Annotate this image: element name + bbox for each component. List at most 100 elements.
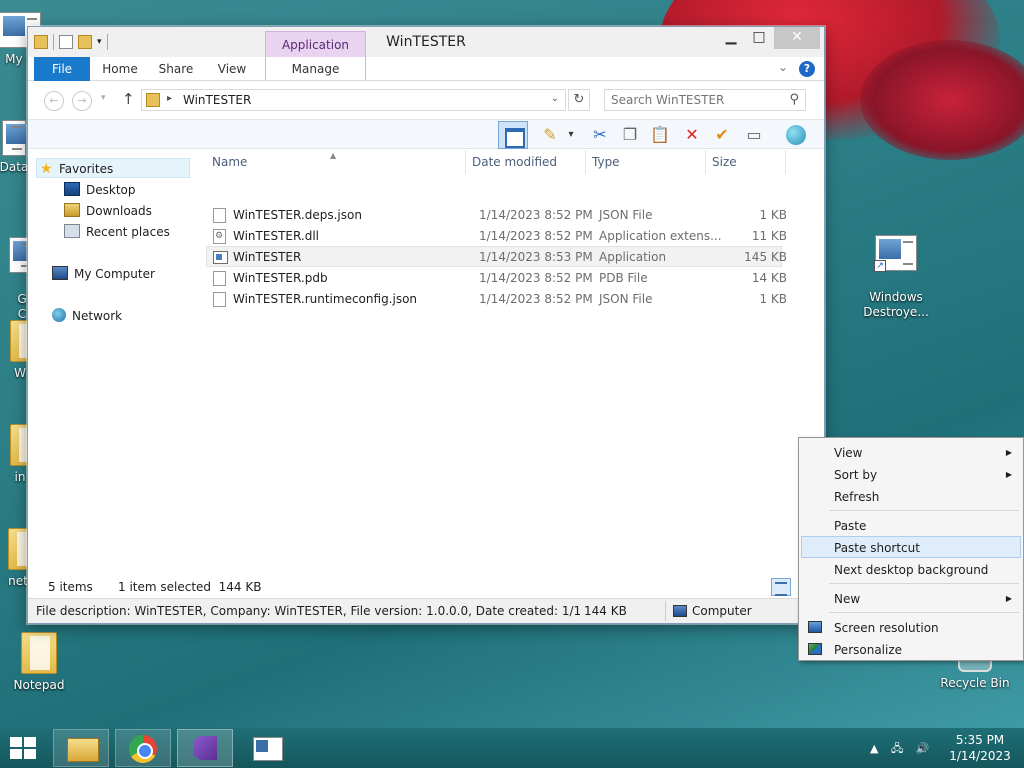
copy-icon[interactable]: ❐: [618, 123, 642, 147]
file-type: JSON File: [599, 292, 653, 306]
menu-item-next-desktop-background[interactable]: Next desktop background: [801, 558, 1021, 580]
tab-home[interactable]: Home: [94, 57, 146, 81]
table-row[interactable]: WinTESTER.runtimeconfig.json 1/14/2023 8…: [206, 288, 787, 309]
windows-logo-icon: [10, 749, 22, 759]
file-type: Application extens...: [599, 229, 722, 243]
help-icon[interactable]: ?: [799, 61, 815, 77]
file-size: 14 KB: [751, 271, 787, 285]
menu-item-paste[interactable]: Paste: [801, 514, 1021, 536]
command-toolbar: ✎ ▾ ✂ ❐ 📋 ✕ ✔ ▭: [28, 119, 824, 149]
refresh-button[interactable]: ↻: [568, 89, 590, 111]
submenu-arrow-icon: ▶: [1005, 470, 1012, 479]
forward-button[interactable]: →: [72, 91, 92, 111]
start-button[interactable]: [10, 737, 38, 761]
menu-item-label: View: [834, 446, 863, 460]
menu-item-paste-shortcut[interactable]: Paste shortcut: [801, 536, 1021, 558]
menu-item-label: Screen resolution: [834, 621, 939, 635]
column-header-date[interactable]: Date modified: [466, 150, 586, 174]
cut-icon[interactable]: ✂: [588, 123, 612, 147]
file-icon: [213, 292, 226, 307]
search-input[interactable]: [605, 90, 783, 110]
tab-manage[interactable]: Manage: [265, 57, 366, 81]
column-header-name[interactable]: ▲ Name: [194, 150, 466, 174]
network-icon: [52, 308, 66, 322]
table-row-selected[interactable]: WinTESTER 1/14/2023 8:53 PM Application …: [206, 246, 787, 267]
taskbar-visual-studio[interactable]: [177, 729, 233, 767]
properties-icon[interactable]: ✎: [538, 123, 562, 147]
table-row[interactable]: WinTESTER.deps.json 1/14/2023 8:52 PM JS…: [206, 204, 787, 225]
taskbar-file-explorer[interactable]: [53, 729, 109, 767]
menu-item-view[interactable]: View ▶: [801, 441, 1021, 463]
delete-icon[interactable]: ✕: [680, 123, 704, 147]
file-type: Application: [599, 250, 667, 264]
tab-view[interactable]: View: [206, 57, 258, 81]
menu-item-sort-by[interactable]: Sort by ▶: [801, 463, 1021, 485]
search-box[interactable]: ⚲: [604, 89, 806, 111]
desktop-icon-notepad[interactable]: Notepad: [0, 632, 79, 693]
desktop-icon-windows-destroyer[interactable]: ↗ Windows Destroye...: [856, 220, 936, 335]
chevron-right-icon[interactable]: ▸: [167, 93, 172, 104]
clock[interactable]: 5:35 PM 1/14/2023: [946, 732, 1014, 764]
menu-item-new[interactable]: New ▶: [801, 587, 1021, 609]
network-icon[interactable]: 🖧: [891, 742, 903, 755]
menu-item-personalize[interactable]: Personalize: [801, 638, 1021, 660]
recent-locations-icon[interactable]: ▾: [101, 93, 106, 103]
computer-icon: [52, 266, 68, 280]
up-button[interactable]: ↑: [122, 90, 135, 108]
checkmark-icon[interactable]: ✔: [710, 123, 734, 147]
back-button[interactable]: ←: [44, 91, 64, 111]
nav-item-network[interactable]: Network: [52, 306, 122, 326]
address-row: ← → ▾ ↑ ▸ WinTESTER ⌄ ↻ ⚲: [28, 81, 824, 119]
nav-item-my-computer[interactable]: My Computer: [52, 264, 155, 284]
nav-item-downloads[interactable]: Downloads: [64, 201, 152, 221]
tab-share[interactable]: Share: [150, 57, 202, 81]
wallpaper-flower: [860, 40, 1024, 160]
app-icon: [213, 251, 228, 264]
paste-icon[interactable]: 📋: [648, 123, 672, 147]
tab-file[interactable]: File: [34, 57, 90, 81]
column-header-type[interactable]: Type: [586, 150, 706, 174]
minimize-button[interactable]: ▁: [718, 27, 744, 49]
nav-item-desktop[interactable]: Desktop: [64, 180, 136, 200]
nav-item-favorites[interactable]: ★ Favorites: [36, 158, 190, 178]
address-bar[interactable]: ▸ WinTESTER ⌄: [141, 89, 566, 111]
file-name: WinTESTER.deps.json: [233, 208, 362, 222]
taskbar-app[interactable]: [239, 729, 295, 767]
file-size: 11 KB: [751, 229, 787, 243]
layout-pane-icon[interactable]: [498, 121, 528, 149]
menu-item-refresh[interactable]: Refresh: [801, 485, 1021, 507]
file-list[interactable]: ▲ Name Date modified Type Size WinTESTER…: [194, 150, 824, 576]
file-description: File description: WinTESTER, Company: Wi…: [36, 604, 580, 618]
file-name: WinTESTER.runtimeconfig.json: [233, 292, 418, 306]
explorer-window[interactable]: ▾ Application Tools WinTESTER ▁ □ ✕ File…: [27, 26, 825, 624]
maximize-button[interactable]: □: [746, 27, 772, 49]
screen-resolution-icon: [808, 621, 822, 633]
expand-ribbon-icon[interactable]: ⌄: [778, 60, 788, 74]
menu-item-label: Sort by: [834, 468, 878, 482]
title-bar[interactable]: ▾ Application Tools WinTESTER ▁ □ ✕: [28, 27, 824, 78]
ribbon-tabs: File Home Share View Manage ⌄ ?: [28, 57, 824, 81]
menu-item-label: Personalize: [834, 643, 903, 657]
selected-size: 144 KB: [584, 604, 627, 618]
search-icon[interactable]: ⚲: [789, 92, 799, 107]
clock-time: 5:35 PM: [955, 733, 1005, 747]
folder-icon: [146, 93, 160, 107]
close-button[interactable]: ✕: [774, 27, 820, 49]
menu-item-screen-resolution[interactable]: Screen resolution: [801, 616, 1021, 638]
status-bar: 5 items 1 item selected 144 KB: [28, 576, 824, 598]
globe-icon[interactable]: [783, 123, 811, 147]
chevron-down-icon[interactable]: ▾: [564, 123, 578, 147]
chevron-down-icon[interactable]: ⌄: [551, 93, 559, 104]
table-row[interactable]: WinTESTER.dll 1/14/2023 8:52 PM Applicat…: [206, 225, 787, 247]
column-header-size[interactable]: Size: [706, 150, 786, 174]
taskbar-chrome[interactable]: [115, 729, 171, 767]
address-path[interactable]: WinTESTER: [183, 93, 251, 107]
nav-item-recent-places[interactable]: Recent places: [64, 222, 170, 242]
details-view-icon[interactable]: [771, 578, 791, 596]
folder-icon: [21, 632, 57, 674]
show-hidden-icons-icon[interactable]: ▲: [870, 742, 878, 755]
volume-icon[interactable]: 🔊: [916, 742, 930, 755]
menu-divider: [829, 510, 1019, 511]
rename-icon[interactable]: ▭: [742, 123, 766, 147]
table-row[interactable]: WinTESTER.pdb 1/14/2023 8:52 PM PDB File…: [206, 267, 787, 288]
